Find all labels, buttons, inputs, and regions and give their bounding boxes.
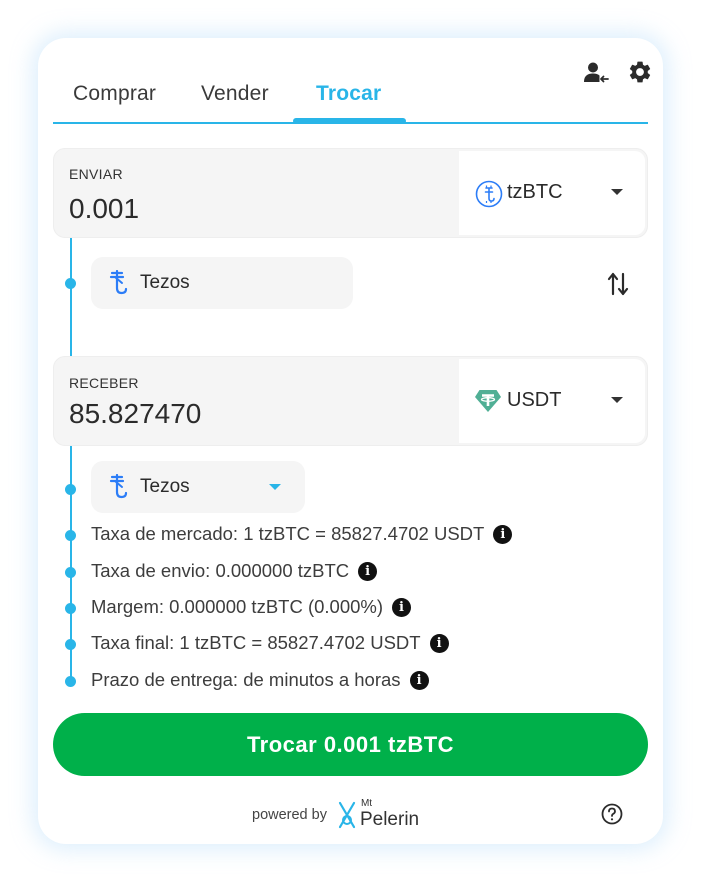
info-icon[interactable]: i [409,670,429,690]
timeline-dot [65,530,76,541]
receive-network-name: Tezos [140,476,190,497]
mt-pelerin-logo[interactable]: Mt Pelerin [335,798,420,834]
tezos-icon [106,269,130,301]
tezos-icon [106,473,130,505]
receive-label: RECEBER [69,375,139,391]
delivery-time-row: Prazo de entrega: de minutos a horas i [91,669,429,691]
tab-vender[interactable]: Vender [201,82,269,106]
send-fee-row: Taxa de envio: 0.000000 tzBTC i [91,560,378,582]
timeline-dot [65,639,76,650]
receive-amount-input[interactable] [69,398,439,430]
brand-name: Pelerin [359,809,420,830]
delivery-time-text: Prazo de entrega: de minutos a horas [91,669,401,690]
powered-by-footer: powered by Mt Pelerin [252,798,420,834]
brand-prefix: Mt [360,798,373,809]
receive-panel: RECEBER USDT [53,356,648,446]
tab-trocar[interactable]: Trocar [316,82,381,106]
send-network-name: Tezos [140,272,190,293]
info-icon[interactable]: i [392,597,412,617]
swap-widget-card: Comprar Vender Trocar ENVIAR tzBTC [38,38,663,844]
margin-text: Margem: 0.000000 tzBTC (0.000%) [91,596,384,617]
margin-row: Margem: 0.000000 tzBTC (0.000%) i [91,596,412,618]
send-network-badge: Tezos [91,257,353,309]
send-panel: ENVIAR tzBTC [53,148,648,238]
receive-currency-select[interactable]: USDT [459,359,645,443]
chevron-down-icon [611,189,623,195]
timeline-dot [65,603,76,614]
send-currency-select[interactable]: tzBTC [459,151,645,235]
help-circle-icon[interactable] [601,803,623,830]
send-fee-text: Taxa de envio: 0.000000 tzBTC [91,560,350,581]
info-icon[interactable]: i [358,561,378,581]
final-rate-row: Taxa final: 1 tzBTC = 85827.4702 USDT i [91,632,449,654]
timeline-dot [65,484,76,495]
info-icon[interactable]: i [493,524,513,544]
active-tab-indicator [293,118,406,124]
tab-bar: Comprar Vender Trocar [53,72,648,124]
timeline-dot [65,567,76,578]
powered-by-text: powered by [252,807,327,823]
info-icon[interactable]: i [429,633,449,653]
send-label: ENVIAR [69,166,123,182]
market-rate-row: Taxa de mercado: 1 tzBTC = 85827.4702 US… [91,523,513,545]
tab-comprar[interactable]: Comprar [73,82,156,106]
final-rate-text: Taxa final: 1 tzBTC = 85827.4702 USDT [91,632,421,653]
market-rate-text: Taxa de mercado: 1 tzBTC = 85827.4702 US… [91,523,485,544]
tzbtc-coin-icon [475,180,503,213]
timeline-dot [65,676,76,687]
chevron-down-icon [611,397,623,403]
tether-icon [474,389,502,418]
caret-down-icon [269,484,281,490]
timeline-line-send [70,236,72,356]
swap-submit-button[interactable]: Trocar 0.001 tzBTC [53,713,648,776]
swap-vertical-icon[interactable] [606,270,630,303]
send-amount-input[interactable] [69,193,439,225]
receive-network-select[interactable]: Tezos [91,461,305,513]
send-currency-name: tzBTC [507,181,563,203]
timeline-dot [65,278,76,289]
receive-currency-name: USDT [507,389,562,411]
pelerin-logo-icon [337,801,357,834]
